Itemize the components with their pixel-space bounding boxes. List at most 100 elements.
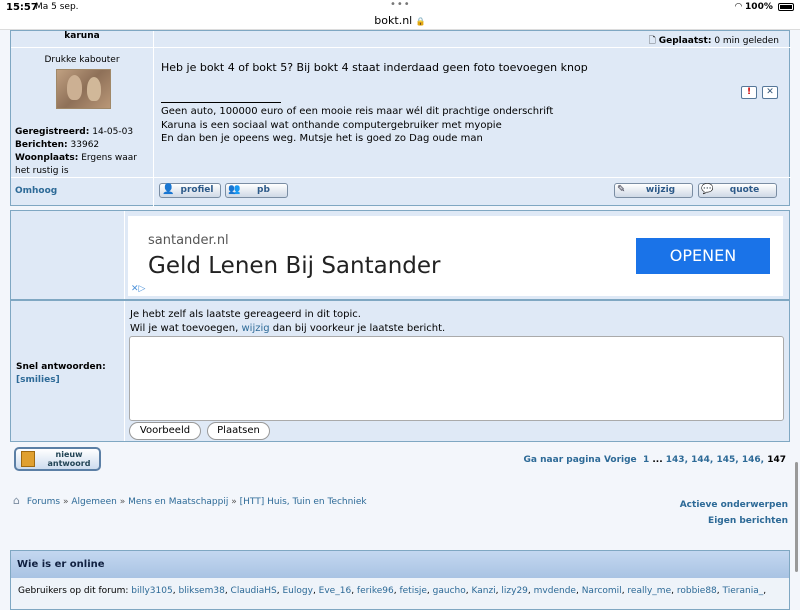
home-icon[interactable]: ⌂ [13,494,20,507]
registered-value: 14-05-03 [92,127,134,137]
ios-status-bar: 15:57 Ma 5 sep. ••• bokt.nl 🔒 ◠ 100% [0,0,800,30]
user-link[interactable]: Tierania_ [723,586,764,596]
quick-reply-label: Snel antwoorden: [smilies] [16,361,106,387]
new-reply-button[interactable]: nieuw antwoord [14,447,101,471]
signature-line: Geen auto, 100000 euro of een mooie reis… [161,106,554,117]
wifi-icon: ◠ [734,2,742,12]
breadcrumb-item[interactable]: Mens en Maatschappij [128,497,228,507]
breadcrumb-separator: » [119,497,126,507]
reply-textarea[interactable] [129,336,784,421]
submit-button[interactable]: Plaatsen [207,422,270,440]
pm-label: pb [257,185,270,195]
pagination-page[interactable]: 146 [742,455,761,465]
report-icon[interactable]: ! [741,86,757,99]
own-posts-link[interactable]: Eigen berichten [680,513,788,529]
pagination-label: Ga naar pagina [523,455,601,465]
document-icon: 🗋 [648,36,656,46]
new-reply-line: antwoord [47,459,91,468]
smilies-link[interactable]: [smilies] [16,374,106,387]
registered-label: Geregistreerd: [15,127,90,137]
posted-label: Geplaatst: [658,36,712,46]
user-link[interactable]: ClaudiaHS [231,586,277,596]
active-topics-link[interactable]: Actieve onderwerpen [680,497,788,513]
divider [11,47,791,48]
breadcrumb-item[interactable]: [HTT] Huis, Tuin en Techniek [240,497,367,507]
quick-reply: Je hebt zelf als laatste gereageerd in d… [10,300,790,442]
user-link[interactable]: mvdende [534,586,576,596]
ad-open-button[interactable]: OPENEN [636,238,770,274]
quote-label: quote [729,185,760,195]
notice-line: Wil je wat toevoegen, wijzig dan bij voo… [130,322,445,336]
side-links: Actieve onderwerpen Eigen berichten [680,497,788,529]
scrollbar[interactable] [795,462,798,572]
divider [124,211,125,299]
new-reply-icon [21,451,35,467]
status-date: Ma 5 sep. [35,2,79,12]
user-link[interactable]: Narcomil [582,586,622,596]
edit-label: wijzig [645,185,676,195]
user-link[interactable]: bliksem38 [178,586,224,596]
user-link[interactable]: billy3105 [131,586,172,596]
edit-link[interactable]: wijzig [242,323,270,334]
back-to-top-link[interactable]: Omhoog [15,186,57,196]
avatar [56,69,111,109]
close-icon[interactable]: ✕ [762,86,778,99]
notice-line: Je hebt zelf als laatste gereageerd in d… [130,309,361,320]
breadcrumb-separator: » [231,497,237,507]
pagination-prev[interactable]: Vorige [604,455,637,465]
signature-line: En dan ben je opeens weg. Mutsje het is … [161,133,483,144]
new-reply-line: nieuw [55,450,83,459]
address-bar[interactable]: bokt.nl 🔒 [0,14,800,27]
pagination-page[interactable]: 143 [666,455,685,465]
pagination: Ga naar pagina Vorige 1 ... 143, 144, 14… [523,455,786,465]
online-label: Gebruikers op dit forum: [18,586,129,596]
breadcrumb: ⌂ Forums » Algemeen » Mens en Maatschapp… [13,494,367,507]
signature-line: Karuna is een sociaal wat onthande compu… [161,119,502,131]
breadcrumb-item[interactable]: Forums [27,497,60,507]
post-signature: Geen auto, 100000 euro of een mooie reis… [161,102,553,146]
divider [124,301,125,441]
pagination-page[interactable]: 145 [716,455,735,465]
profile-button[interactable]: 👤 profiel [159,183,221,198]
online-users: Gebruikers op dit forum: billy3105, blik… [18,586,767,596]
status-right: ◠ 100% [735,2,794,12]
quote-button[interactable]: 💬 quote [698,183,777,198]
post-author[interactable]: karuna [11,31,153,47]
posted-value: 0 min geleden [714,36,779,46]
user-link[interactable]: Kanzi [471,586,495,596]
quick-reply-title: Snel antwoorden: [16,362,106,372]
user-link[interactable]: Eulogy [283,586,313,596]
notice-text: dan bij voorkeur je laatste bericht. [269,323,446,334]
pagination-page[interactable]: 144 [691,455,710,465]
ad-title: Geld Lenen Bij Santander [148,253,441,279]
ad-host: santander.nl [148,233,229,248]
ad-banner[interactable]: santander.nl Geld Lenen Bij Santander OP… [128,216,783,296]
location-label: Woonplaats: [15,153,79,163]
pm-button[interactable]: 👥 pb [225,183,288,198]
url-text: bokt.nl [374,14,413,27]
adchoices-icon[interactable]: ✕▷ [131,284,145,294]
user-info: Geregistreerd: 14-05-03 Berichten: 33962… [15,126,149,178]
user-link[interactable]: fetisje [399,586,426,596]
pagination-ellipsis: ... [652,455,663,465]
online-users-panel: Wie is er online Gebruikers op dit forum… [10,550,790,610]
edit-button[interactable]: ✎ wijzig [614,183,693,198]
status-time: 15:57 [6,2,38,13]
forum-post: karuna 🗋 Geplaatst: 0 min geleden Drukke… [10,30,791,207]
divider [11,177,791,178]
more-dots-icon[interactable]: ••• [390,0,411,10]
pagination-page[interactable]: 1 [643,455,649,465]
user-link[interactable]: gaucho [433,586,466,596]
user-link[interactable]: robbie88 [677,586,717,596]
user-link[interactable]: Eve_16 [319,586,352,596]
preview-button[interactable]: Voorbeeld [129,422,201,440]
lock-icon: 🔒 [415,17,426,26]
breadcrumb-item[interactable]: Algemeen [71,497,116,507]
user-link[interactable]: ferike96 [357,586,394,596]
user-link[interactable]: lizy29 [501,586,528,596]
posts-label: Berichten: [15,140,68,150]
notice-text: Wil je wat toevoegen, [130,323,242,334]
pagination-current: 147 [767,455,786,465]
profile-label: profiel [180,185,214,195]
user-link[interactable]: really_me [627,586,671,596]
